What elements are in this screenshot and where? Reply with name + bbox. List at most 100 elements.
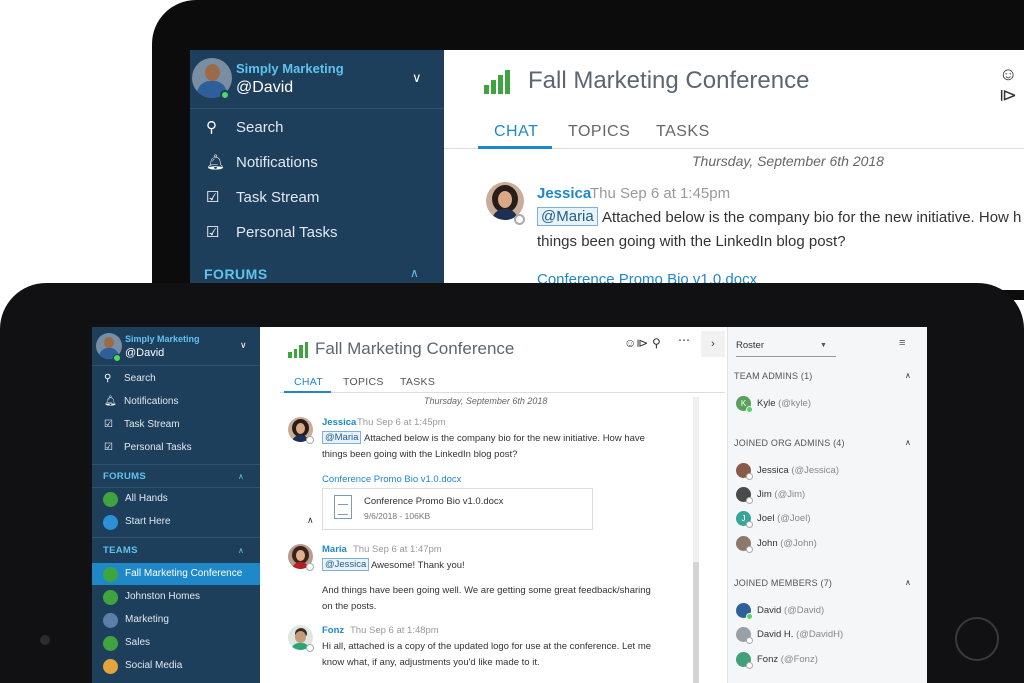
nav-notifications[interactable]: 🔔︎ Notifications xyxy=(206,153,318,171)
message-text: on the posts. xyxy=(322,601,377,612)
nav-label: Notifications xyxy=(124,396,179,407)
tab-topics[interactable]: TOPICS xyxy=(568,123,630,141)
nav-task-stream[interactable]: ☑ Task Stream xyxy=(206,188,319,206)
online-status-dot xyxy=(746,613,753,620)
forum-item-start-here[interactable]: Start Here xyxy=(92,511,260,533)
team-icon xyxy=(103,659,118,674)
sort-filter-icon[interactable]: ≡ xyxy=(899,337,905,349)
roster-dropdown[interactable]: Roster xyxy=(736,340,764,351)
roster-member[interactable]: J Joel (@Joel) xyxy=(736,511,916,529)
member-name: David xyxy=(757,605,782,616)
online-status-dot xyxy=(220,90,230,100)
nav-search[interactable]: ⚲ Search xyxy=(206,118,284,136)
divider xyxy=(92,365,260,366)
roster-member[interactable]: David (@David) xyxy=(736,603,916,621)
message-time: Thu Sep 6 at 1:45pm xyxy=(357,417,446,428)
member-handle: (@David) xyxy=(783,605,825,616)
chevron-down-icon[interactable]: ∨ xyxy=(412,70,422,86)
tab-chat[interactable]: CHAT xyxy=(294,376,323,388)
team-item-marketing[interactable]: Marketing xyxy=(92,609,260,631)
team-item-johnston-homes[interactable]: Johnston Homes xyxy=(92,586,260,608)
more-icon[interactable]: ⋯ xyxy=(678,333,690,347)
audio-call-icon[interactable]: ☺⧐ xyxy=(624,336,648,350)
chevron-up-icon[interactable]: ∧ xyxy=(410,266,419,280)
message-author[interactable]: Jessica xyxy=(537,185,591,202)
nav-label: Personal Tasks xyxy=(124,442,192,453)
tab-tasks[interactable]: TASKS xyxy=(656,123,710,141)
tab-tasks[interactable]: TASKS xyxy=(400,376,435,388)
forums-heading[interactable]: FORUMS xyxy=(103,471,146,482)
search-icon: ⚲ xyxy=(206,119,217,136)
mention-chip[interactable]: @Maria xyxy=(537,207,598,226)
tab-topics[interactable]: TOPICS xyxy=(343,376,384,388)
team-icon xyxy=(103,590,118,605)
roster-member[interactable]: Jim (@Jim) xyxy=(736,487,916,505)
roster-member[interactable]: Fonz (@Fonz) xyxy=(736,652,916,670)
nav-notifications[interactable]: 🔔︎ Notifications xyxy=(104,396,178,407)
chat-panel: Fall Marketing Conference ☺⧐ ⚲ ⋯ › CHAT … xyxy=(260,327,727,683)
message-author[interactable]: Jessica xyxy=(322,417,356,428)
message-text: Hi all, attached is a copy of the update… xyxy=(322,641,652,652)
chevron-up-icon[interactable]: ∧ xyxy=(905,371,911,380)
nav-search[interactable]: ⚲ Search xyxy=(104,373,156,384)
team-item-sales[interactable]: Sales xyxy=(92,632,260,654)
roster-member[interactable]: K Kyle (@kyle) xyxy=(736,396,916,414)
message-author[interactable]: Fonz xyxy=(322,625,344,636)
attachment-card[interactable]: Conference Promo Bio v1.0.docx 9/6/2018 … xyxy=(322,488,593,530)
user-handle: @David xyxy=(236,79,294,96)
user-handle: @David xyxy=(125,347,165,359)
chevron-up-icon[interactable]: ∧ xyxy=(905,578,911,587)
teams-heading[interactable]: TEAMS xyxy=(103,545,138,556)
scrollbar-thumb[interactable] xyxy=(693,562,699,683)
clipboard-check-icon: ☑ xyxy=(206,224,220,241)
forums-heading[interactable]: FORUMS xyxy=(204,266,268,282)
forum-item-all-hands[interactable]: All Hands xyxy=(92,488,260,510)
divider xyxy=(92,537,260,538)
offline-status-dot xyxy=(514,214,525,225)
nav-label: Personal Tasks xyxy=(236,224,338,241)
chevron-up-icon[interactable]: ∧ xyxy=(307,515,314,526)
message-text: things been going with the LinkedIn blog… xyxy=(322,449,518,460)
roster-section-title: JOINED MEMBERS (7) xyxy=(734,578,833,588)
people-audio-icon[interactable]: ☺⧐ xyxy=(999,64,1024,106)
mention-chip[interactable]: @Jessica xyxy=(322,558,370,571)
nav-personal-tasks[interactable]: ☑ Personal Tasks xyxy=(206,223,337,241)
message-text: know what, if any, adjustments you'd lik… xyxy=(322,657,540,668)
roster-section-title: TEAM ADMINS (1) xyxy=(734,371,813,381)
bar-chart-logo-icon xyxy=(484,68,514,94)
brand-name: Simply Marketing xyxy=(125,334,200,344)
message-text: Attached below is the company bio for th… xyxy=(364,433,645,444)
offline-status-dot xyxy=(746,521,753,528)
roster-member[interactable]: Jessica (@Jessica) xyxy=(736,463,916,481)
member-name: David H. xyxy=(757,629,794,640)
roster-member[interactable]: John (@John) xyxy=(736,536,916,554)
team-label: Sales xyxy=(125,637,151,648)
message-author[interactable]: Maria xyxy=(322,544,347,555)
team-icon xyxy=(103,567,118,582)
expand-panel-chevron-icon[interactable]: › xyxy=(701,331,725,357)
team-item-fall-marketing-conference[interactable]: Fall Marketing Conference xyxy=(92,563,260,585)
chevron-up-icon[interactable]: ∧ xyxy=(905,438,911,447)
attachment-link[interactable]: Conference Promo Bio v1.0.docx xyxy=(322,474,461,485)
mention-chip[interactable]: @Maria xyxy=(322,431,362,444)
chevron-up-icon[interactable]: ∧ xyxy=(238,546,244,555)
forum-label: All Hands xyxy=(125,493,168,504)
tab-chat[interactable]: CHAT xyxy=(494,123,538,141)
divider xyxy=(190,108,444,109)
nav-task-stream[interactable]: ☑ Task Stream xyxy=(104,419,180,430)
offline-status-dot xyxy=(306,563,314,571)
nav-personal-tasks[interactable]: ☑ Personal Tasks xyxy=(104,442,192,453)
chevron-up-icon[interactable]: ∧ xyxy=(238,472,244,481)
caret-down-icon[interactable]: ▼ xyxy=(820,342,827,349)
attachment-name: Conference Promo Bio v1.0.docx xyxy=(364,496,504,507)
chevron-down-icon[interactable]: ∨ xyxy=(240,340,247,351)
bar-chart-logo-icon xyxy=(288,341,308,358)
nav-label: Search xyxy=(124,373,156,384)
active-tab-indicator xyxy=(478,146,552,149)
roster-member[interactable]: David H. (@DavidH) xyxy=(736,627,916,645)
team-item-social-media[interactable]: Social Media xyxy=(92,655,260,677)
member-name: Jim xyxy=(757,489,772,500)
search-icon[interactable]: ⚲ xyxy=(652,336,661,350)
search-icon: ⚲ xyxy=(104,373,112,384)
member-handle: (@John) xyxy=(780,538,817,549)
